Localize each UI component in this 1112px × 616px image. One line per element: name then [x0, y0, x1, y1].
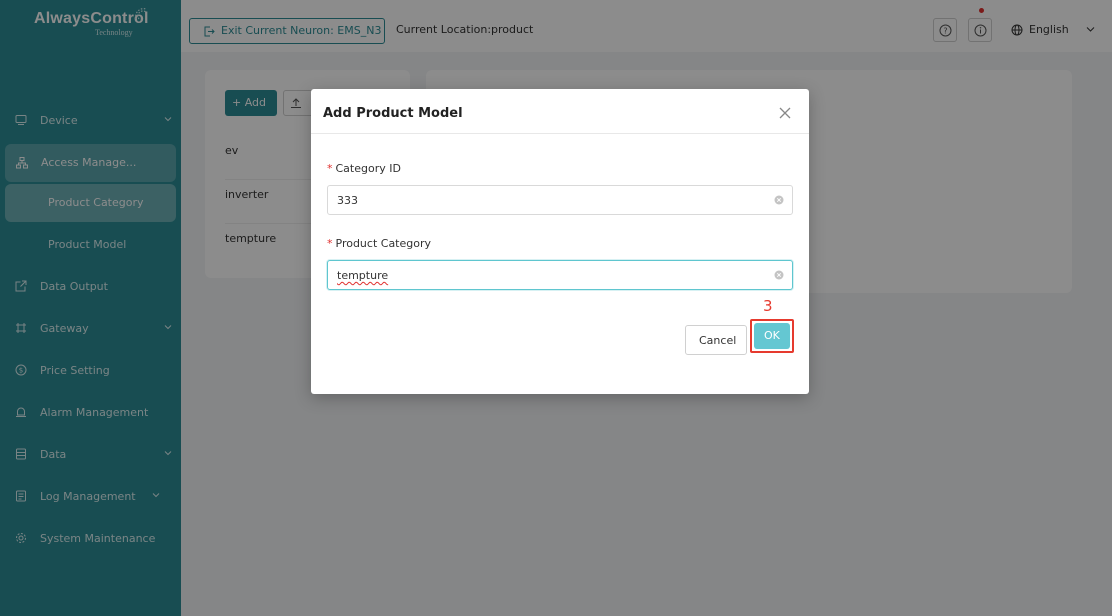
category-id-input[interactable]: 333 [327, 185, 793, 215]
category-id-label: * Category ID [327, 162, 401, 175]
close-icon[interactable] [777, 105, 793, 121]
ok-label: OK [764, 329, 780, 342]
product-category-label: * Product Category [327, 237, 431, 250]
add-product-model-dialog: Add Product Model * Category ID 333 * Prod… [311, 89, 809, 394]
cancel-label: Cancel [699, 334, 737, 347]
product-category-label-text: Product Category [335, 237, 432, 250]
clear-icon[interactable] [774, 195, 784, 205]
product-category-value: tempture [337, 269, 389, 282]
category-id-value: 333 [337, 194, 358, 207]
dialog-title: Add Product Model [323, 106, 463, 121]
product-category-input[interactable]: tempture [327, 260, 793, 290]
dialog-divider [311, 133, 809, 134]
required-mark: * [327, 237, 333, 250]
required-mark: * [327, 162, 333, 175]
step-annotation: 3 [763, 297, 773, 315]
ok-button[interactable]: OK [754, 323, 790, 349]
cancel-button[interactable]: Cancel [685, 325, 747, 355]
clear-icon[interactable] [774, 270, 784, 280]
category-id-label-text: Category ID [335, 162, 401, 175]
